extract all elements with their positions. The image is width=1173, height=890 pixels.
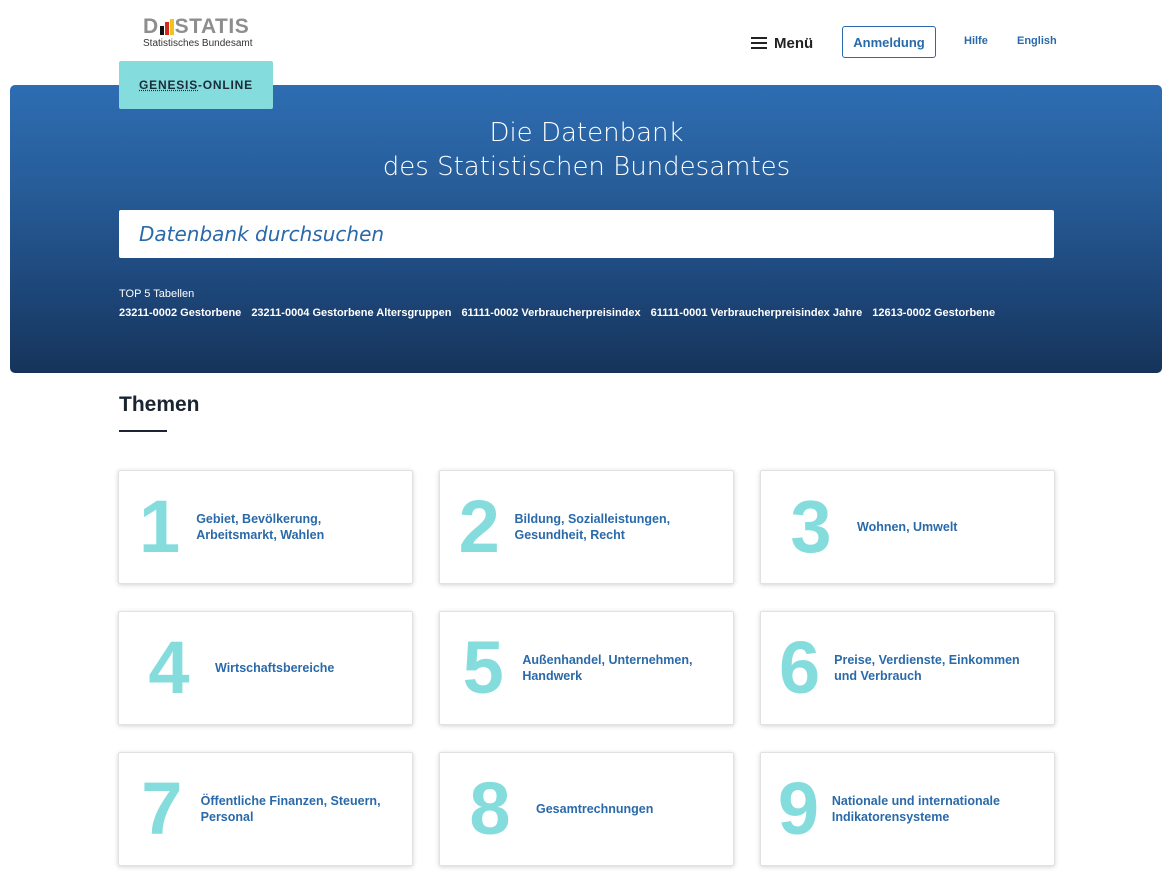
top5-label: TOP 5 Tabellen [119,288,195,300]
logo-flag-icon [159,19,174,35]
theme-number: 8 [469,767,511,850]
theme-label: Preise, Verdienste, Einkommen und Verbra… [834,653,1020,683]
theme-number: 6 [779,626,821,709]
search-input[interactable]: Datenbank durchsuchen [119,210,1054,258]
login-button[interactable]: Anmeldung [842,26,936,58]
theme-label: Außenhandel, Unternehmen, Handwerk [522,653,693,683]
top5-links: 23211-0002 Gestorbene 23211-0004 Gestorb… [119,307,995,319]
theme-number: 9 [777,767,820,850]
logo-wordmark: D STATIS [143,15,250,38]
top5-link[interactable]: 61111-0001 Verbraucherpreisindex Jahre [651,307,863,319]
theme-label: Wirtschaftsbereiche [215,661,335,675]
theme-tile-3[interactable]: 3 Wohnen, Umwelt [760,470,1055,584]
menu-label: Menü [774,34,814,52]
theme-number: 4 [148,626,190,709]
language-link[interactable]: English [1017,35,1057,47]
theme-number: 5 [462,626,504,709]
themen-heading: Themen [119,393,200,416]
theme-tile-1[interactable]: 1 Gebiet, Bevölkerung, Arbeitsmarkt, Wah… [118,470,413,584]
top5-link[interactable]: 61111-0002 Verbraucherpreisindex [461,307,640,319]
search-placeholder: Datenbank durchsuchen [139,222,385,246]
theme-tile-9[interactable]: 9 Nationale und internationale Indikator… [760,752,1055,866]
theme-label: Gesamtrechnungen [536,802,654,816]
theme-tile-7[interactable]: 7 Öffentliche Finanzen, Steuern, Persona… [118,752,413,866]
theme-number: 3 [790,485,832,568]
logo-subtitle: Statistisches Bundesamt [143,38,253,49]
theme-tile-2[interactable]: 2 Bildung, Sozialleistungen, Gesundheit,… [439,470,734,584]
theme-tile-5[interactable]: 5 Außenhandel, Unternehmen, Handwerk [439,611,734,725]
genesis-online-tab[interactable]: GENESIS -ONLINE [119,61,273,109]
theme-label: Nationale und internationale Indikatoren… [831,794,1000,824]
hero-title: Die Datenbank des Statistischen Bundesam… [382,118,791,182]
theme-label: Bildung, Sozialleistungen, Gesundheit, R… [514,512,671,542]
heading-underline [119,430,167,432]
top5-link[interactable]: 12613-0002 Gestorbene [872,307,995,319]
top5-link[interactable]: 23211-0002 Gestorbene [119,307,241,319]
theme-label: Öffentliche Finanzen, Steuern, Personal [200,794,381,824]
destatis-logo[interactable]: D STATIS Statistisches Bundesamt [143,16,253,50]
theme-tile-4[interactable]: 4 Wirtschaftsbereiche [118,611,413,725]
hamburger-icon [751,37,767,49]
theme-number: 7 [141,767,183,850]
theme-label: Wohnen, Umwelt [857,520,958,534]
help-link[interactable]: Hilfe [964,35,988,47]
theme-tile-8[interactable]: 8 Gesamtrechnungen [439,752,734,866]
theme-number: 2 [458,485,500,568]
theme-tile-6[interactable]: 6 Preise, Verdienste, Einkommen und Verb… [760,611,1055,725]
theme-label: Gebiet, Bevölkerung, Arbeitsmarkt, Wahle… [196,512,325,542]
top5-link[interactable]: 23211-0004 Gestorbene Altersgruppen [251,307,451,319]
theme-number: 1 [139,485,181,568]
menu-button[interactable]: Menü [751,32,813,54]
